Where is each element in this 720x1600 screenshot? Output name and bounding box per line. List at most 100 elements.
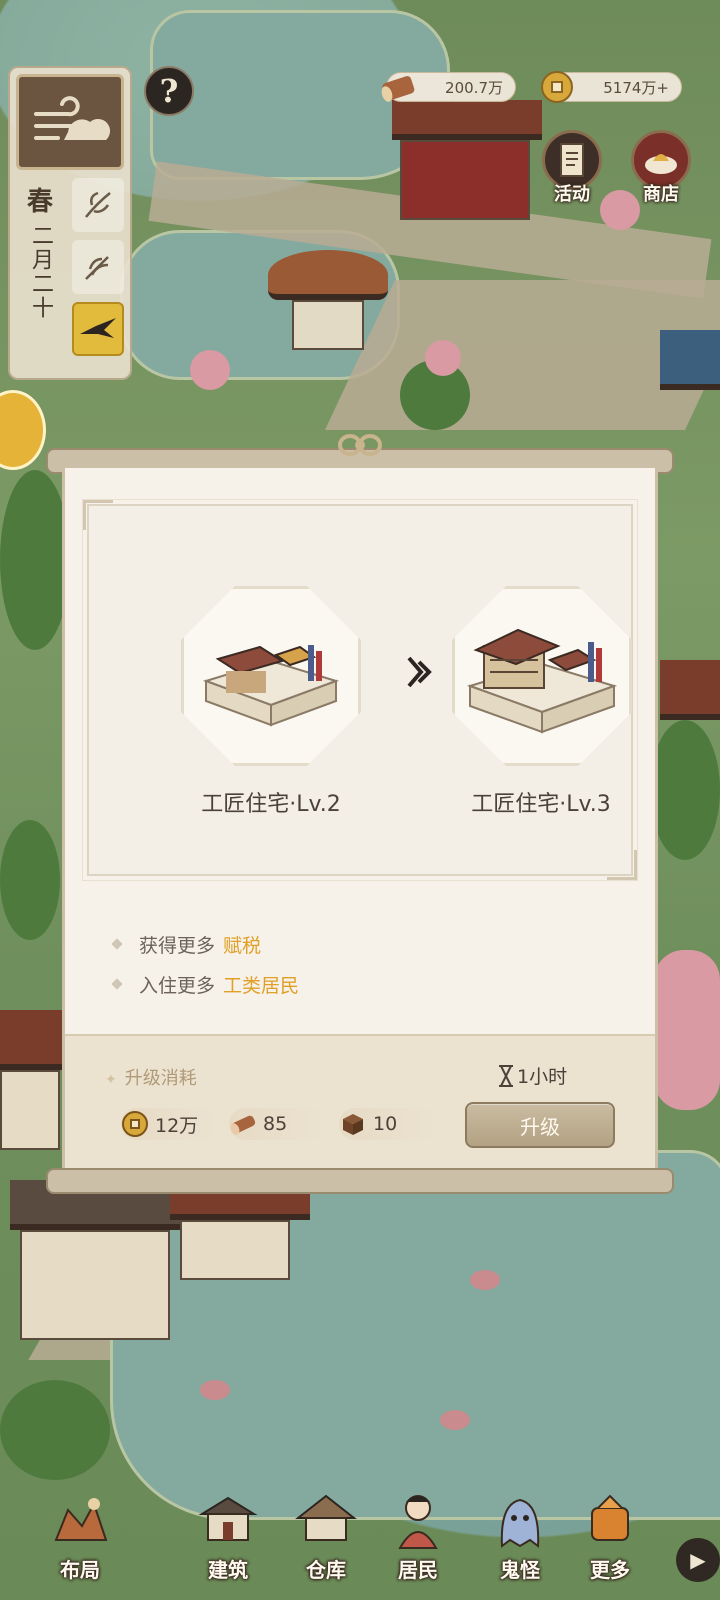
building-roof bbox=[660, 330, 720, 390]
wood-resource[interactable]: 200.7万 bbox=[381, 72, 516, 102]
cost-wood-amount: 85 bbox=[263, 1113, 288, 1135]
cost-wood: 85 bbox=[229, 1108, 329, 1140]
wood-amount: 200.7万 bbox=[445, 78, 503, 97]
leaf-wind-icon bbox=[85, 256, 109, 280]
nav-more-label: 更多 bbox=[590, 1558, 630, 1582]
warehouse-icon bbox=[295, 1494, 357, 1541]
leaf-wind-icon bbox=[85, 191, 111, 218]
corner-fret-ornament bbox=[607, 850, 637, 880]
forecast-slot[interactable] bbox=[72, 240, 124, 294]
building-wall bbox=[20, 1230, 170, 1340]
wood-icon bbox=[381, 76, 415, 102]
resident-icon bbox=[398, 1495, 438, 1549]
cost-box: 10 bbox=[339, 1108, 439, 1140]
blossom-tree bbox=[654, 950, 720, 1110]
more-icon bbox=[591, 1494, 629, 1541]
benefit-item: 获得更多 赋税 bbox=[111, 924, 299, 964]
blossom-tree bbox=[425, 340, 461, 376]
forecast-slot[interactable] bbox=[72, 178, 124, 232]
tree bbox=[0, 1380, 110, 1480]
double-chevron-right-icon bbox=[407, 656, 432, 688]
swallow-icon bbox=[80, 318, 116, 338]
nav-more[interactable]: 更多 bbox=[560, 1490, 660, 1600]
lotus bbox=[470, 1270, 500, 1290]
chevron-right-icon[interactable]: ▶ bbox=[676, 1538, 720, 1582]
current-building-preview bbox=[181, 586, 361, 766]
nav-layout[interactable]: 布局 bbox=[30, 1490, 130, 1600]
forecast-slot-active[interactable] bbox=[72, 302, 124, 356]
benefit-text: 入住更多 bbox=[139, 974, 216, 997]
building-roof bbox=[660, 660, 720, 720]
hourglass-icon bbox=[499, 1064, 513, 1087]
upgrade-button[interactable]: 升级 bbox=[465, 1102, 615, 1148]
lotus bbox=[440, 1410, 470, 1430]
cost-title-text: 升级消耗 bbox=[124, 1068, 197, 1089]
shop-button[interactable]: 商店 bbox=[626, 130, 696, 210]
activity-button[interactable]: 活动 bbox=[537, 130, 607, 210]
wood-log-icon bbox=[230, 1115, 256, 1135]
building-icon bbox=[198, 1496, 258, 1541]
blossom-tree bbox=[190, 350, 230, 390]
benefit-text: 获得更多 bbox=[139, 934, 216, 957]
sparkle-icon: ✦ bbox=[105, 1072, 117, 1088]
copper-coin-icon bbox=[541, 71, 573, 103]
nav-residents-label: 居民 bbox=[398, 1558, 438, 1582]
next-building-preview bbox=[452, 586, 632, 766]
season-name: 春 bbox=[26, 187, 53, 217]
bullet-icon bbox=[111, 978, 123, 990]
upgrade-time: 1小时 bbox=[497, 1062, 567, 1089]
season-date: 春 二月二十 bbox=[16, 178, 64, 374]
nav-build[interactable]: 建筑 bbox=[178, 1490, 278, 1600]
building-wall bbox=[0, 1070, 60, 1150]
nav-warehouse-label: 仓库 bbox=[306, 1558, 346, 1582]
tree bbox=[0, 820, 60, 940]
artisan-house-lv3-icon bbox=[466, 628, 618, 734]
cost-title: ✦ 升级消耗 bbox=[105, 1064, 197, 1090]
upgrade-benefits: 获得更多 赋税 入住更多 工类居民 bbox=[111, 924, 300, 1004]
upgrade-time-text: 1小时 bbox=[517, 1066, 568, 1088]
crate-icon bbox=[343, 1114, 363, 1135]
building-wall bbox=[180, 1220, 290, 1280]
wind-cloud-icon bbox=[34, 96, 111, 140]
scroll-roller-bottom bbox=[46, 1168, 674, 1194]
nav-build-label: 建筑 bbox=[208, 1558, 248, 1582]
season-date-text: 二月二十 bbox=[28, 224, 53, 320]
current-building-name: 工匠住宅·Lv.2 bbox=[201, 792, 341, 817]
bullet-icon bbox=[111, 938, 123, 950]
cost-box-amount: 10 bbox=[373, 1113, 398, 1135]
nav-ghosts[interactable]: 鬼怪 bbox=[470, 1490, 570, 1600]
nav-warehouse[interactable]: 仓库 bbox=[276, 1490, 376, 1600]
nav-ghosts-label: 鬼怪 bbox=[500, 1558, 540, 1582]
artisan-house-lv2-icon bbox=[202, 645, 340, 727]
knot-ornament-icon bbox=[338, 434, 382, 456]
building-wall bbox=[400, 140, 530, 220]
weather-display bbox=[16, 74, 124, 170]
help-button[interactable]: ? bbox=[144, 66, 194, 116]
ghost-icon bbox=[500, 1498, 540, 1548]
next-building-name: 工匠住宅·Lv.3 bbox=[471, 792, 611, 817]
pavilion bbox=[292, 300, 364, 350]
benefit-highlight: 工类居民 bbox=[223, 974, 300, 997]
nav-residents[interactable]: 居民 bbox=[368, 1490, 468, 1600]
lotus bbox=[200, 1380, 230, 1400]
corner-fret-ornament bbox=[83, 500, 113, 530]
tree bbox=[0, 470, 70, 650]
benefit-item: 入住更多 工类居民 bbox=[111, 964, 300, 1004]
benefit-highlight: 赋税 bbox=[223, 934, 262, 957]
layout-icon bbox=[54, 1498, 108, 1541]
upgrade-dialog[interactable]: 工匠住宅·Lv.2 工匠住宅·Lv.3 获得更多 赋税 入住更多 工类居民 ✦ 升… bbox=[62, 468, 658, 1180]
weather-forecast bbox=[72, 178, 126, 364]
money-resource[interactable]: 5174万+ bbox=[541, 71, 682, 103]
bottom-nav: 布局 建筑 仓库 居民 鬼怪 更多 bbox=[0, 1470, 720, 1600]
pavilion-roof bbox=[268, 250, 388, 300]
upgrade-cost-area: ✦ 升级消耗 1小时 12万 85 10 升级 bbox=[65, 1034, 655, 1180]
nav-layout-label: 布局 bbox=[60, 1558, 100, 1582]
cost-coin-amount: 12万 bbox=[155, 1114, 199, 1137]
season-panel[interactable]: 春 二月二十 bbox=[8, 66, 132, 380]
copper-coin-icon bbox=[122, 1111, 148, 1137]
shop-label: 商店 bbox=[643, 184, 679, 205]
activity-label: 活动 bbox=[554, 184, 590, 205]
money-amount: 5174万+ bbox=[603, 78, 669, 97]
building-roof bbox=[0, 1010, 70, 1070]
cost-coin: 12万 bbox=[121, 1108, 221, 1140]
